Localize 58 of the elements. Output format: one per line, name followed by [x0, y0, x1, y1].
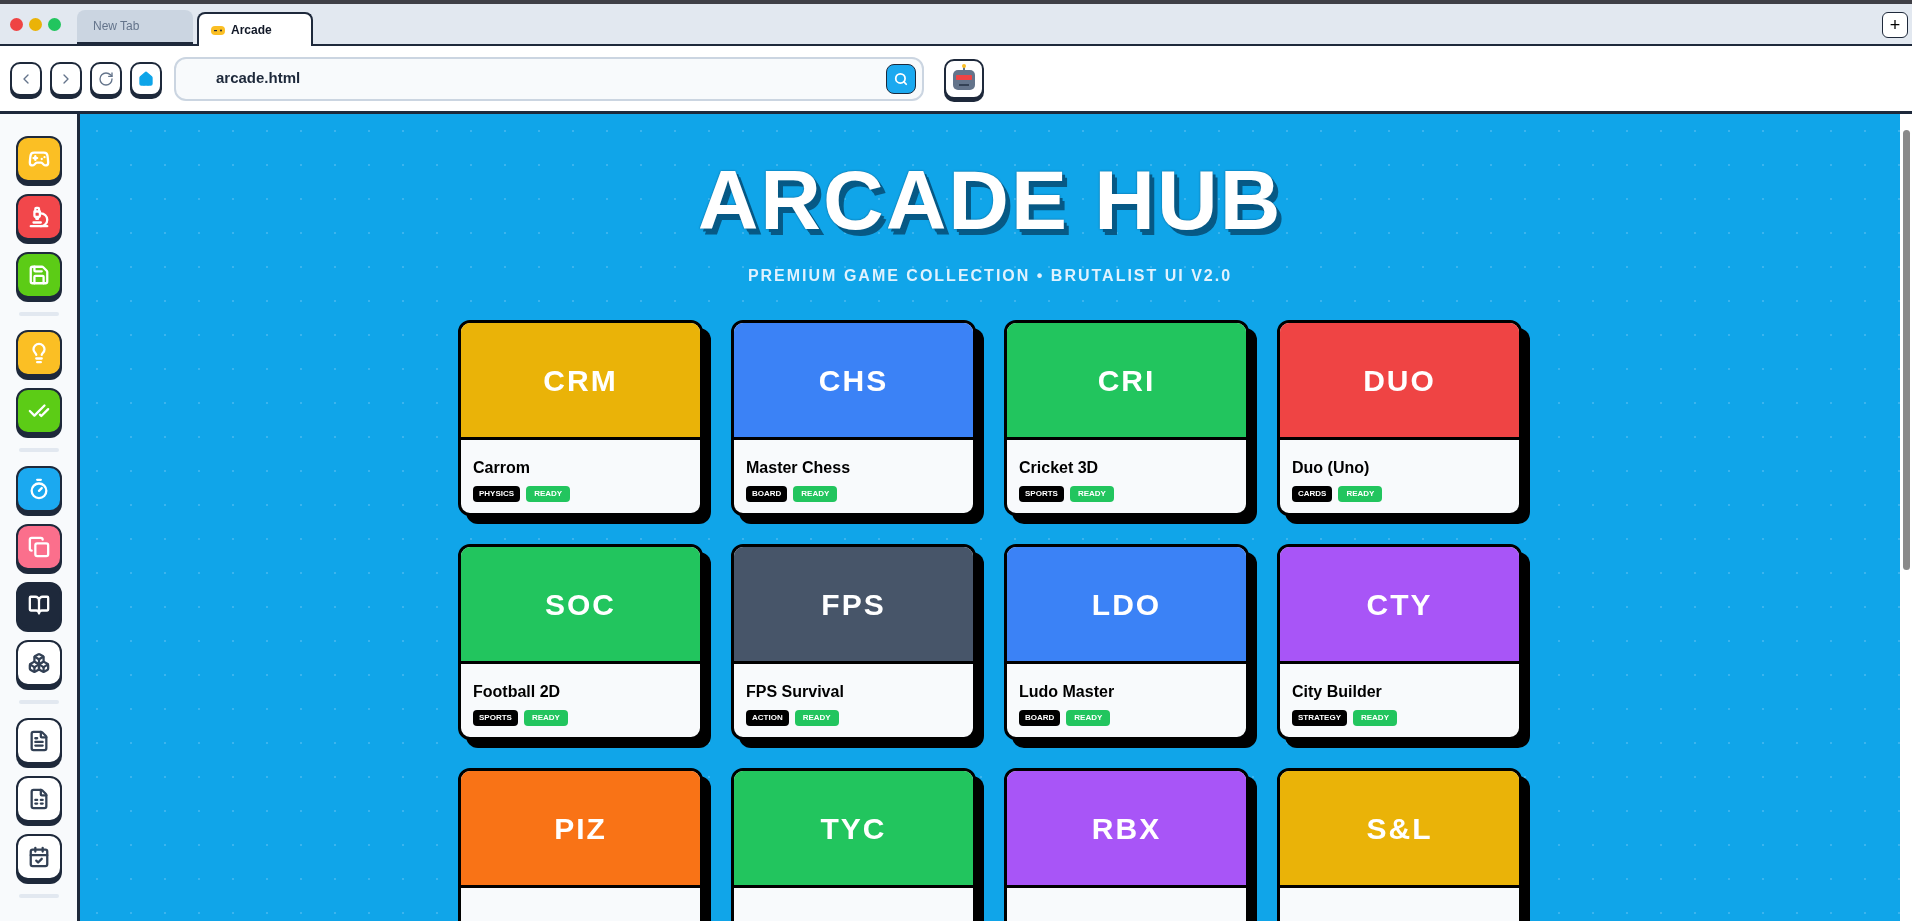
scrollbar-thumb[interactable] — [1902, 130, 1910, 570]
tag: SPORTS — [1019, 486, 1064, 503]
game-title: Football 2D — [473, 682, 562, 703]
gamepad-icon — [211, 25, 225, 35]
page-subtitle: PREMIUM GAME COLLECTION • BRUTALIST UI V2.0 — [747, 266, 1233, 287]
game-code: TYC — [820, 810, 887, 847]
new-tab-button[interactable]: + — [1882, 12, 1908, 38]
tag: READY — [1352, 710, 1397, 727]
back-button[interactable] — [10, 61, 42, 96]
tag: SPORTS — [473, 710, 518, 727]
tag: STRATEGY — [1292, 710, 1347, 727]
search-button[interactable] — [886, 63, 916, 94]
profile-button[interactable] — [944, 58, 984, 99]
game-title: Carrom — [473, 458, 531, 479]
game-code: S&L — [1366, 810, 1433, 847]
game-title: Master Chess — [746, 458, 852, 479]
open-book-icon — [27, 594, 50, 616]
tag: BOARD — [1019, 710, 1061, 727]
tag: PHYSICS — [473, 486, 521, 503]
tag: READY — [1338, 486, 1383, 503]
game-title: City Builder — [1292, 682, 1383, 703]
calendar-check-icon — [27, 846, 50, 868]
tag: READY — [1066, 710, 1111, 727]
game-code: SOC — [545, 586, 616, 623]
game-title: Duo (Uno) — [1292, 458, 1371, 479]
cubes-icon — [27, 652, 50, 674]
tag: ACTION — [746, 710, 789, 727]
search-icon — [894, 71, 908, 86]
game-code: CTY — [1366, 586, 1433, 623]
game-code: CHS — [818, 362, 889, 399]
address-bar[interactable]: arcade.html — [174, 56, 924, 101]
browser-tab[interactable]: Arcade — [197, 12, 313, 46]
game-code: CRI — [1097, 362, 1156, 399]
reload-button[interactable] — [90, 61, 122, 96]
game-title: FPS Survival — [746, 682, 845, 703]
forward-button[interactable] — [50, 61, 82, 96]
home-icon — [138, 70, 154, 87]
tag: READY — [794, 710, 839, 727]
game-code: LDO — [1091, 586, 1162, 623]
game-code: DUO — [1363, 362, 1436, 399]
tag: READY — [523, 710, 568, 727]
game-code: FPS — [821, 586, 886, 623]
game-code: PIZ — [554, 810, 607, 847]
game-title: Cricket 3D — [1019, 458, 1100, 479]
game-code: CRM — [543, 362, 618, 399]
reload-icon — [98, 70, 114, 87]
page-title: ARCADE HUB — [697, 156, 1283, 245]
tag: READY — [793, 486, 838, 503]
tag: CARDS — [1292, 486, 1333, 503]
microscope-icon — [27, 206, 50, 228]
tag: READY — [526, 486, 571, 503]
game-code: RBX — [1091, 810, 1162, 847]
tag: READY — [1069, 486, 1114, 503]
gamepad-icon — [27, 148, 50, 170]
home-button[interactable] — [130, 61, 162, 96]
stacked-squares-icon — [27, 536, 50, 558]
game-title: Ludo Master — [1019, 682, 1116, 703]
tag: BOARD — [746, 486, 788, 503]
